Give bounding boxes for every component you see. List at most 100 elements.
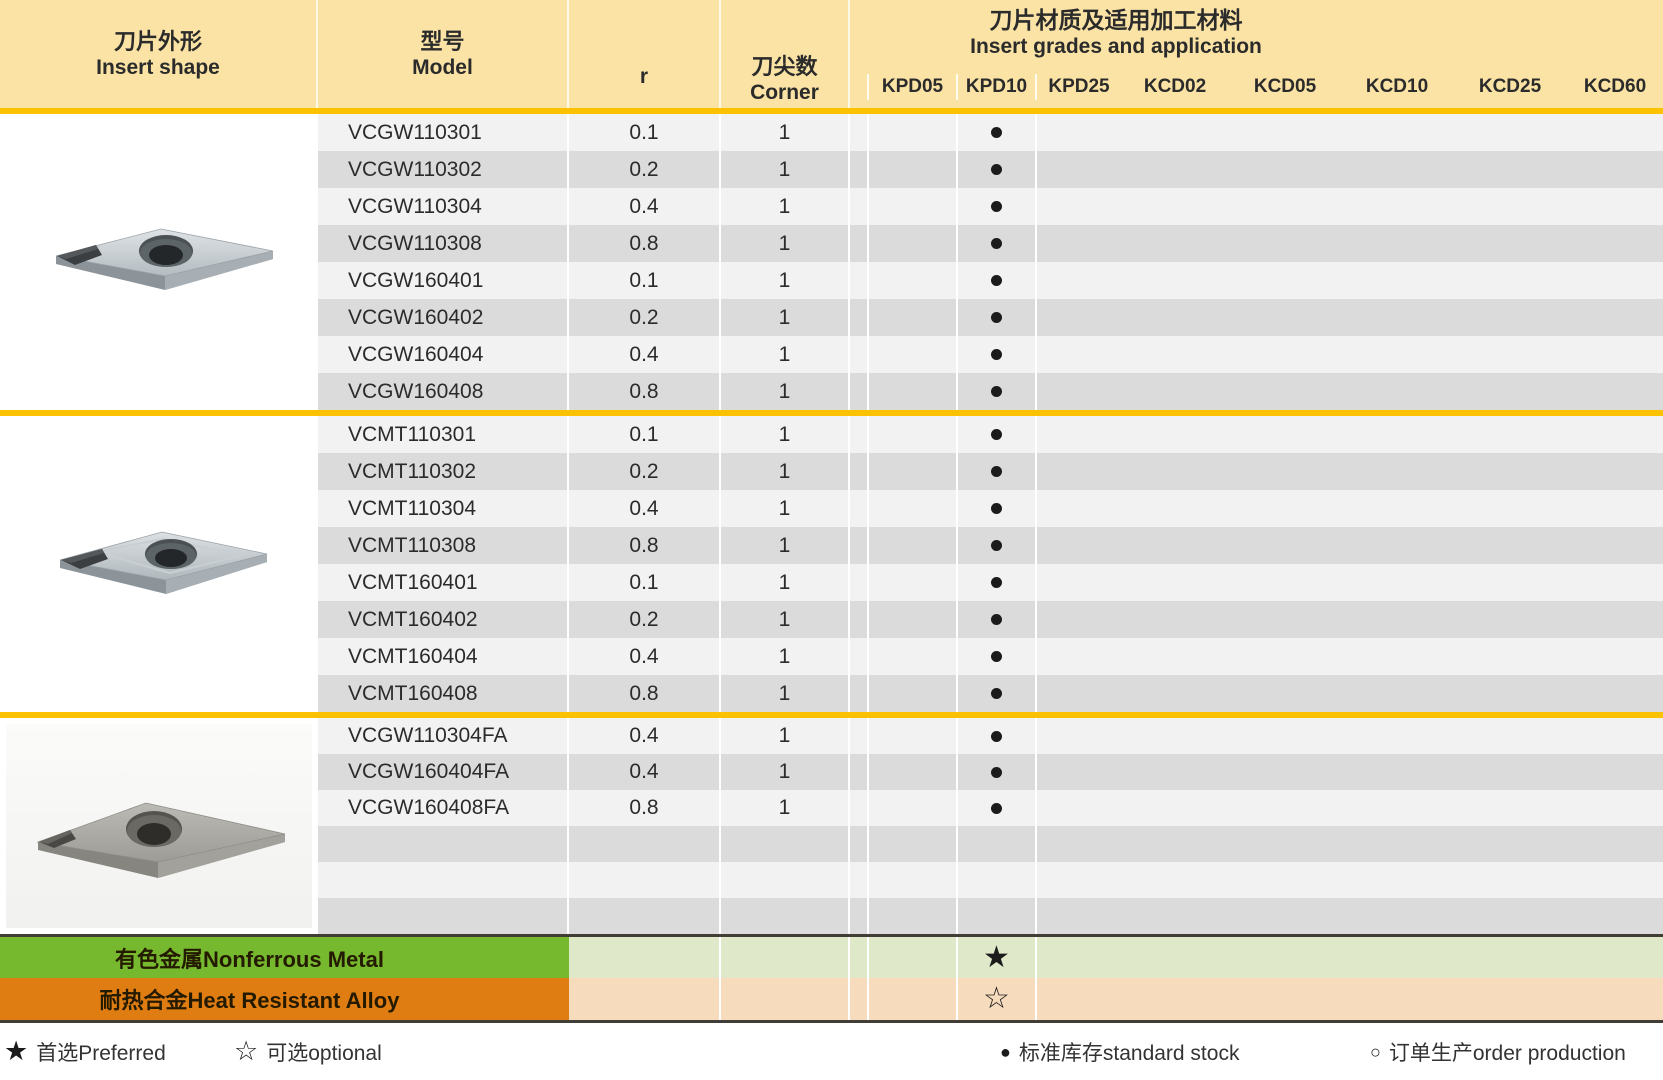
grade-cell-kpd05 — [869, 826, 958, 862]
grade-cell-kcd10 — [1341, 225, 1453, 262]
application-cell-kpd05 — [869, 937, 958, 978]
model-cell: VCMT110302 — [318, 453, 569, 490]
grade-cell-kcd05 — [1229, 790, 1341, 826]
grade-cell-kpd10 — [958, 826, 1037, 862]
model-label-en: Model — [412, 55, 473, 81]
corner-cell: 1 — [721, 718, 850, 754]
standard-stock-dot — [991, 386, 1002, 397]
application-cell-r — [569, 937, 721, 978]
grade-cell-kcd05 — [1229, 151, 1341, 188]
spacer-cell — [850, 527, 869, 564]
grades-title-zh: 刀片材质及适用加工材料 — [569, 6, 1663, 34]
grade-cell-kcd05 — [1229, 262, 1341, 299]
grade-cell-kcd25 — [1453, 336, 1567, 373]
grade-cell-kcd10 — [1341, 336, 1453, 373]
application-cell-kcd02 — [1121, 978, 1229, 1020]
grade-cell-kcd25 — [1453, 601, 1567, 638]
grade-cell-kcd10 — [1341, 638, 1453, 675]
standard-stock-dot — [991, 127, 1002, 138]
spacer-cell — [850, 601, 869, 638]
table-row-vcgw110301: VCGW1103010.11 — [318, 114, 1663, 151]
table-row-vcmt110302: VCMT1103020.21 — [318, 453, 1663, 490]
grade-column-labels: KPD05KPD10KPD25KCD02KCD05KCD10KCD25KCD60 — [850, 74, 1663, 100]
application-cell-sp — [850, 978, 869, 1020]
grade-cell-kcd05 — [1229, 225, 1341, 262]
spacer-cell — [850, 718, 869, 754]
grade-cell-kpd10 — [958, 754, 1037, 790]
standard-stock-dot — [991, 466, 1002, 477]
grade-cell-kpd25 — [1037, 416, 1121, 453]
table-row-vcgw110304fa: VCGW110304FA0.41 — [318, 718, 1663, 754]
model-cell — [318, 826, 569, 862]
table-row-vcmt110304: VCMT1103040.41 — [318, 490, 1663, 527]
spacer-cell — [850, 638, 869, 675]
grade-cell-kcd25 — [1453, 638, 1567, 675]
spacer-cell — [850, 453, 869, 490]
grade-cell-kpd25 — [1037, 336, 1121, 373]
grades-title: 刀片材质及适用加工材料 Insert grades and applicatio… — [569, 6, 1663, 59]
grade-cell-kcd02 — [1121, 754, 1229, 790]
application-block: 有色金属Nonferrous Metal ★ 耐热合金Heat Resistan… — [0, 934, 1663, 1023]
spacer-cell — [850, 416, 869, 453]
grade-cell-kpd25 — [1037, 675, 1121, 712]
spacer-cell — [850, 373, 869, 410]
grade-cell-kpd10 — [958, 898, 1037, 934]
grade-cell-kcd02 — [1121, 718, 1229, 754]
grade-cell-kpd05 — [869, 527, 958, 564]
vcgw-fa-insert-photo — [36, 798, 288, 888]
insert-shape-cell — [0, 718, 318, 934]
standard-stock-dot — [991, 238, 1002, 249]
spacer-cell — [850, 675, 869, 712]
grade-cell-kcd05 — [1229, 527, 1341, 564]
model-cell: VCGW110302 — [318, 151, 569, 188]
grade-cell-kcd25 — [1453, 527, 1567, 564]
standard-stock-dot — [991, 201, 1002, 212]
standard-stock-dot — [991, 164, 1002, 175]
application-cell-kcd60 — [1567, 937, 1663, 978]
grade-cell-kpd25 — [1037, 151, 1121, 188]
corner-cell — [721, 898, 850, 934]
grade-cell-kcd25 — [1453, 564, 1567, 601]
spacer-cell — [850, 790, 869, 826]
grade-cell-kpd05 — [869, 262, 958, 299]
corner-cell — [721, 826, 850, 862]
grade-cell-kcd60 — [1567, 826, 1663, 862]
grade-cell-kcd25 — [1453, 188, 1567, 225]
r-cell: 0.4 — [569, 754, 721, 790]
grade-cell-kcd10 — [1341, 151, 1453, 188]
grade-cell-kcd60 — [1567, 675, 1663, 712]
grade-cell-kcd60 — [1567, 416, 1663, 453]
grade-column-label-kcd02: KCD02 — [1121, 74, 1229, 100]
r-cell: 0.2 — [569, 151, 721, 188]
grade-cell-kcd02 — [1121, 638, 1229, 675]
application-row-nonferrous: 有色金属Nonferrous Metal ★ — [0, 937, 1663, 978]
model-cell: VCGW160401 — [318, 262, 569, 299]
outline-dot-icon: ○ — [1370, 1043, 1381, 1061]
r-cell: 0.2 — [569, 601, 721, 638]
application-cell-kcd05 — [1229, 937, 1341, 978]
grade-cell-kcd10 — [1341, 527, 1453, 564]
legend-preferred-label: 首选Preferred — [36, 1037, 166, 1067]
corner-cell: 1 — [721, 373, 850, 410]
table-row-vcgw110308: VCGW1103080.81 — [318, 225, 1663, 262]
r-cell: 0.4 — [569, 718, 721, 754]
grade-cell-kpd05 — [869, 453, 958, 490]
spacer-cell — [850, 862, 869, 898]
grade-cell-kpd05 — [869, 754, 958, 790]
insert-shape-cell — [0, 416, 318, 712]
corner-cell: 1 — [721, 490, 850, 527]
r-cell: 0.4 — [569, 188, 721, 225]
grade-cell-kpd05 — [869, 718, 958, 754]
grade-cell-kpd05 — [869, 225, 958, 262]
corner-cell: 1 — [721, 527, 850, 564]
grade-cell-kpd10 — [958, 790, 1037, 826]
application-row-heat-resistant: 耐热合金Heat Resistant Alloy ☆ — [0, 978, 1663, 1020]
standard-stock-dot — [991, 651, 1002, 662]
grade-cell-kpd25 — [1037, 490, 1121, 527]
grade-cell-kpd05 — [869, 490, 958, 527]
grade-column-label-kpd05: KPD05 — [869, 74, 958, 100]
grade-cell-kcd05 — [1229, 675, 1341, 712]
grade-cell-kcd02 — [1121, 564, 1229, 601]
application-grade-cells: ☆ — [569, 978, 1663, 1020]
corner-cell: 1 — [721, 114, 850, 151]
